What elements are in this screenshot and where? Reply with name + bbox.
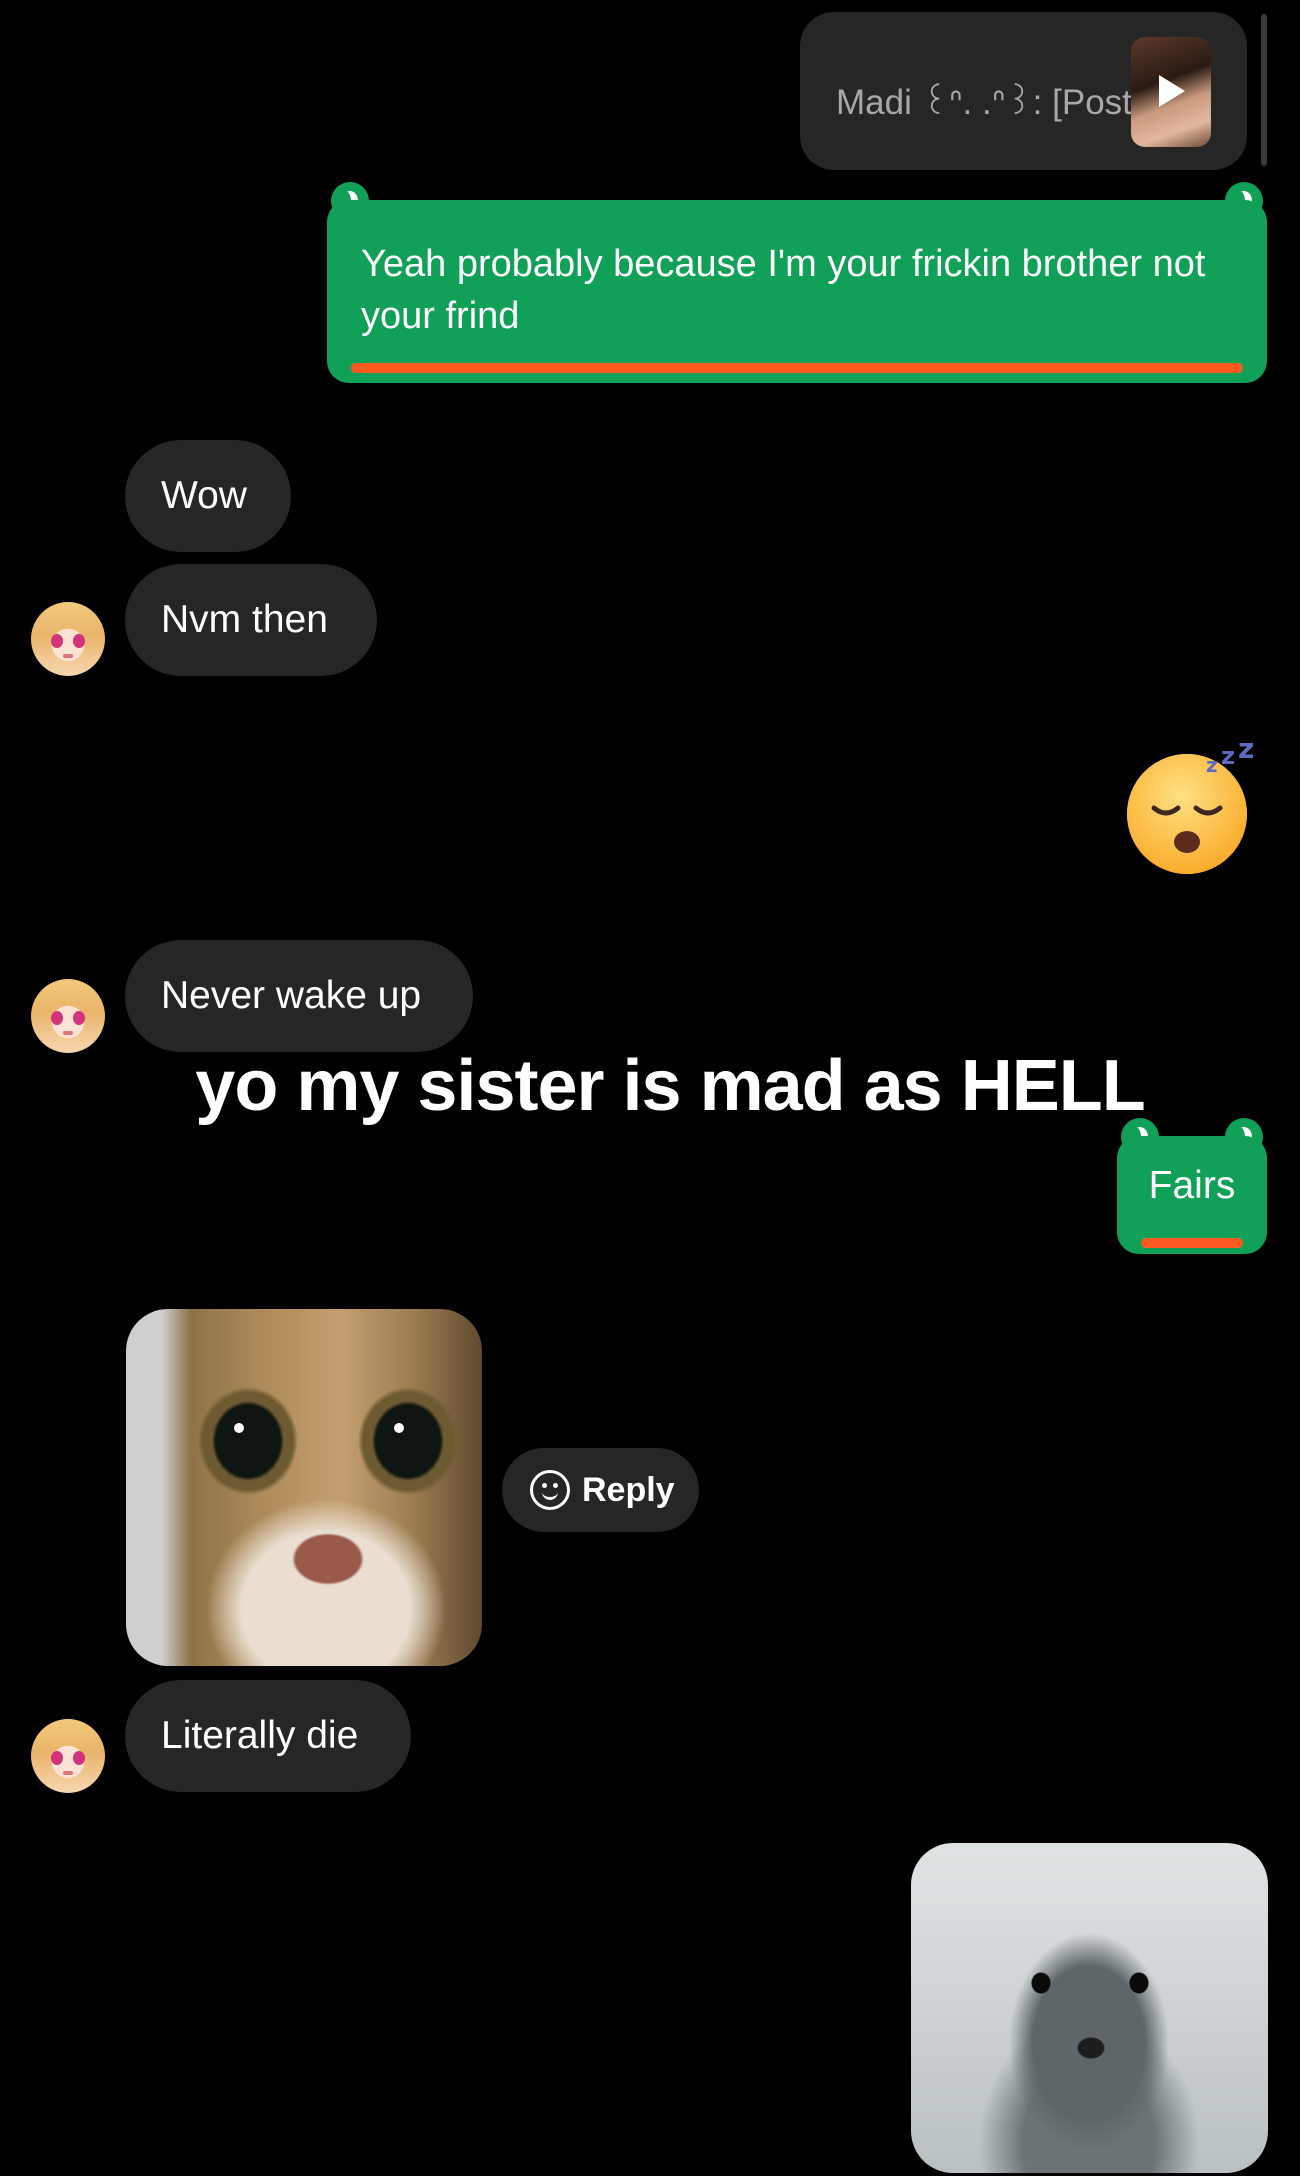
scrollbar[interactable] bbox=[1261, 14, 1267, 166]
cat-photo[interactable] bbox=[126, 1309, 482, 1666]
svg-text:z: z bbox=[1206, 753, 1218, 777]
reply-button[interactable]: Reply bbox=[502, 1448, 699, 1532]
play-icon bbox=[1159, 75, 1185, 107]
green-bubble-body: Fairs bbox=[1117, 1136, 1267, 1254]
message-text: Never wake up bbox=[161, 974, 422, 1017]
dog-photo[interactable] bbox=[911, 1843, 1268, 2173]
avatar[interactable] bbox=[31, 1719, 105, 1793]
sleeping-face-emoji[interactable]: z z z bbox=[1124, 742, 1258, 876]
shared-post-thumbnail[interactable] bbox=[1131, 37, 1211, 147]
received-message-bubble[interactable]: Literally die bbox=[125, 1680, 411, 1792]
overlay-caption: yo my sister is mad as HELL bbox=[195, 1046, 1145, 1126]
message-text: Literally die bbox=[161, 1714, 359, 1757]
avatar[interactable] bbox=[31, 602, 105, 676]
shared-post-bubble[interactable]: Madi ꒰ᐢ. .ᐢ꒱: [Post] bbox=[800, 12, 1247, 170]
message-text: Yeah probably because I'm your frickin b… bbox=[361, 243, 1206, 337]
received-message-bubble[interactable]: Wow bbox=[125, 440, 291, 552]
svg-text:z: z bbox=[1238, 742, 1254, 765]
sent-message-bubble[interactable]: Fairs bbox=[1117, 1118, 1267, 1254]
svg-text:z: z bbox=[1221, 742, 1235, 770]
shared-post-label: Madi ꒰ᐢ. .ᐢ꒱: [Post] bbox=[836, 83, 1142, 122]
green-bubble-body: Yeah probably because I'm your frickin b… bbox=[327, 200, 1267, 383]
message-text: Fairs bbox=[1148, 1164, 1236, 1207]
message-text: Nvm then bbox=[161, 598, 328, 641]
received-message-bubble[interactable]: Nvm then bbox=[125, 564, 377, 676]
reply-label: Reply bbox=[582, 1470, 675, 1509]
avatar[interactable] bbox=[31, 979, 105, 1053]
bubble-underline bbox=[351, 363, 1243, 373]
bubble-underline bbox=[1141, 1238, 1243, 1248]
smiley-icon bbox=[530, 1470, 570, 1510]
message-text: Wow bbox=[161, 474, 247, 517]
received-message-bubble[interactable]: Never wake up bbox=[125, 940, 473, 1052]
sent-message-bubble[interactable]: Yeah probably because I'm your frickin b… bbox=[327, 182, 1267, 383]
